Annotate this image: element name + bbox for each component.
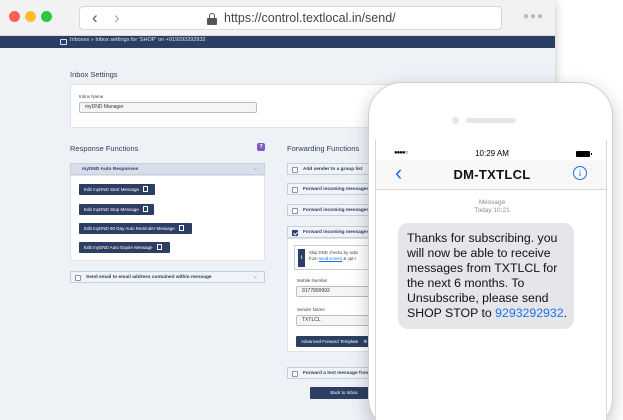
breadcrumb-bar: Inboxes » Inbox settings for 'SHOP' on +…	[0, 36, 555, 48]
document-icon	[178, 224, 184, 231]
camera-icon	[452, 117, 459, 124]
send-email-label: Send email to email address contained wi…	[86, 275, 212, 280]
dnd-info-text: Skip DND checks by activ from send scree…	[309, 250, 358, 262]
response-functions-title: Response Functions	[70, 144, 139, 153]
auto-responses-panel: Edit myDND Start Message Edit myDND Stop…	[70, 175, 265, 261]
maximize-window-button[interactable]	[41, 11, 52, 22]
auto-responses-title: myDND Auto Responses	[82, 167, 139, 172]
advanced-forward-template-button[interactable]: Advanced Forward Template ⚙	[296, 336, 372, 347]
document-icon	[156, 243, 162, 250]
forwarding-checkbox[interactable]	[292, 187, 298, 193]
edit-stop-message-button[interactable]: Edit myDND Stop Message	[79, 204, 154, 215]
dnd-info-suffix: & opt-i	[342, 256, 356, 261]
sender-name-label: Sender Name	[297, 307, 325, 312]
breadcrumb[interactable]: Inboxes » Inbox settings for 'SHOP' on +…	[70, 37, 206, 43]
forwarding-checkbox[interactable]	[292, 208, 298, 214]
message-end: .	[563, 306, 567, 320]
info-icon: i	[298, 249, 305, 267]
message-meta-time: Today 10:21	[474, 207, 510, 214]
inbox-icon	[60, 39, 67, 45]
forward-arrow-icon[interactable]: ›	[114, 9, 120, 27]
auto-responses-header[interactable]: myDND Auto Responses ⌄	[70, 163, 265, 175]
forwarding-functions-title: Forwarding Functions	[287, 144, 360, 153]
battery-icon	[576, 151, 592, 157]
speaker-grille	[466, 118, 516, 123]
phone-number-link[interactable]: 9293292932	[495, 306, 563, 320]
back-arrow-icon[interactable]: ‹	[92, 9, 98, 27]
conversation-header: ‹ DM-TXTLCL i	[376, 160, 606, 190]
chevron-down-icon: ⌄	[252, 166, 258, 172]
edit-start-message-button[interactable]: Edit myDND Start Message	[79, 184, 155, 195]
advanced-forward-template-label: Advanced Forward Template	[301, 339, 359, 344]
forward-text-label: Forward a text message from a	[303, 371, 374, 376]
edit-stop-message-label: Edit myDND Stop Message	[84, 207, 139, 212]
url-text[interactable]: https://control.textlocal.in/send/	[224, 11, 396, 25]
close-window-button[interactable]	[9, 11, 20, 22]
address-bar[interactable]: ‹ › https://control.textlocal.in/send/	[79, 6, 502, 30]
browser-menu-icon[interactable]: ●●●	[523, 11, 544, 22]
message-timestamp: Message Today 10:21	[376, 199, 606, 215]
phone-screen: ●●●●○ 10:29 AM ‹ DM-TXTLCL i Message Tod…	[375, 140, 607, 420]
forwarding-checkbox[interactable]	[292, 167, 298, 173]
forwarding-checkbox-checked[interactable]	[292, 230, 298, 236]
edit-90-day-reminder-label: Edit myDND 90 Day Auto Reminder Message	[84, 226, 175, 231]
message-bubble: Thanks for subscribing. you will now be …	[398, 223, 574, 329]
browser-toolbar: ‹ › https://control.textlocal.in/send/ ●…	[0, 0, 555, 36]
dnd-info-prefix: from	[309, 256, 319, 261]
chevron-down-icon: ⌄	[252, 274, 258, 280]
send-screen-link[interactable]: send screen	[319, 256, 342, 261]
send-email-checkbox[interactable]	[75, 275, 81, 281]
screenshot-stage: ‹ › https://control.textlocal.in/send/ ●…	[0, 0, 623, 420]
settings-icon: ⚙	[363, 339, 368, 344]
document-icon	[143, 185, 149, 192]
help-icon[interactable]: ?	[257, 143, 265, 151]
lock-icon	[207, 13, 217, 25]
phone-status-bar: ●●●●○ 10:29 AM	[376, 148, 606, 160]
document-icon	[142, 205, 148, 212]
edit-auto-expire-button[interactable]: Edit myDND Auto Expire Message	[79, 242, 170, 253]
message-meta-label: Message	[478, 199, 506, 206]
inbox-name-label: Inbox Name	[79, 94, 104, 99]
mobile-number-label: Mobile Number	[297, 278, 328, 283]
phone-time: 10:29 AM	[475, 149, 509, 158]
edit-90-day-reminder-button[interactable]: Edit myDND 90 Day Auto Reminder Message	[79, 223, 192, 234]
edit-auto-expire-label: Edit myDND Auto Expire Message	[84, 245, 153, 250]
edit-start-message-label: Edit myDND Start Message	[84, 187, 140, 192]
forward-text-checkbox[interactable]	[292, 371, 298, 377]
minimize-window-button[interactable]	[25, 11, 36, 22]
contact-info-icon[interactable]: i	[573, 166, 587, 180]
dnd-info-line: from send screen & opt-i	[309, 256, 358, 262]
forwarding-row-label: Add sender to a group list	[303, 167, 363, 172]
inbox-name-input[interactable]: myDND Manager	[79, 102, 257, 113]
inbox-settings-title: Inbox Settings	[70, 70, 118, 79]
send-email-row[interactable]: Send email to email address contained wi…	[70, 271, 265, 283]
